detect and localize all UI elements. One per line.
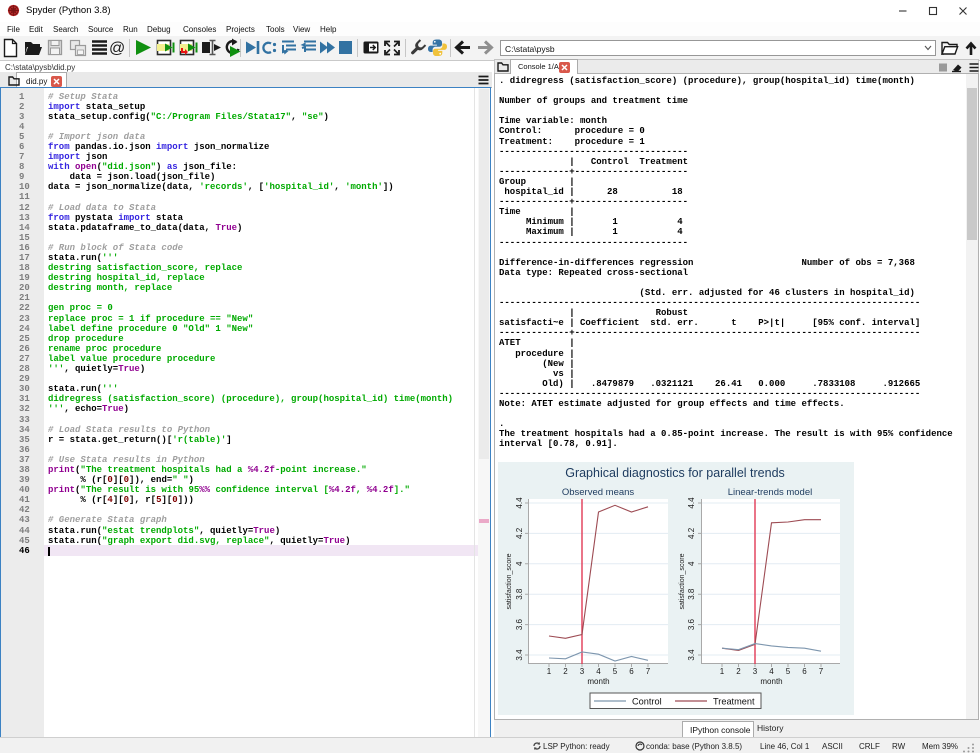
svg-text:3: 3 bbox=[753, 667, 758, 676]
svg-text:3.4: 3.4 bbox=[515, 649, 524, 661]
svg-text:4: 4 bbox=[769, 667, 774, 676]
svg-text:4: 4 bbox=[687, 561, 696, 566]
svg-text:4.4: 4.4 bbox=[515, 497, 524, 509]
svg-text:3.8: 3.8 bbox=[687, 588, 696, 600]
svg-text:Treatment: Treatment bbox=[713, 697, 755, 707]
svg-text:6: 6 bbox=[629, 667, 634, 676]
svg-text:4.2: 4.2 bbox=[515, 527, 524, 539]
svg-text:4: 4 bbox=[515, 561, 524, 566]
svg-text:7: 7 bbox=[646, 667, 651, 676]
svg-text:1: 1 bbox=[720, 667, 725, 676]
svg-text:month: month bbox=[760, 677, 782, 686]
svg-text:Linear-trends model: Linear-trends model bbox=[728, 487, 813, 498]
svg-text:5: 5 bbox=[613, 667, 618, 676]
svg-text:2: 2 bbox=[563, 667, 568, 676]
svg-text:7: 7 bbox=[819, 667, 824, 676]
svg-text:Graphical diagnostics for para: Graphical diagnostics for parallel trend… bbox=[565, 466, 785, 480]
svg-text:3.8: 3.8 bbox=[515, 588, 524, 600]
svg-text:satisfaction_score: satisfaction_score bbox=[506, 553, 513, 609]
svg-text:4.4: 4.4 bbox=[687, 497, 696, 509]
svg-text:Control: Control bbox=[632, 697, 662, 707]
svg-text:4: 4 bbox=[596, 667, 601, 676]
svg-text:1: 1 bbox=[547, 667, 552, 676]
svg-text:3: 3 bbox=[580, 667, 585, 676]
svg-text:3.6: 3.6 bbox=[687, 618, 696, 630]
svg-text:@: @ bbox=[109, 40, 125, 57]
svg-text:2: 2 bbox=[736, 667, 741, 676]
svg-text:month: month bbox=[587, 677, 609, 686]
svg-text:6: 6 bbox=[802, 667, 807, 676]
svg-text:satisfaction_score: satisfaction_score bbox=[679, 553, 686, 609]
svg-text:3.4: 3.4 bbox=[687, 649, 696, 661]
svg-text:5: 5 bbox=[786, 667, 791, 676]
svg-text:3.6: 3.6 bbox=[515, 618, 524, 630]
svg-text:4.2: 4.2 bbox=[687, 527, 696, 539]
svg-text:Observed means: Observed means bbox=[562, 487, 635, 498]
